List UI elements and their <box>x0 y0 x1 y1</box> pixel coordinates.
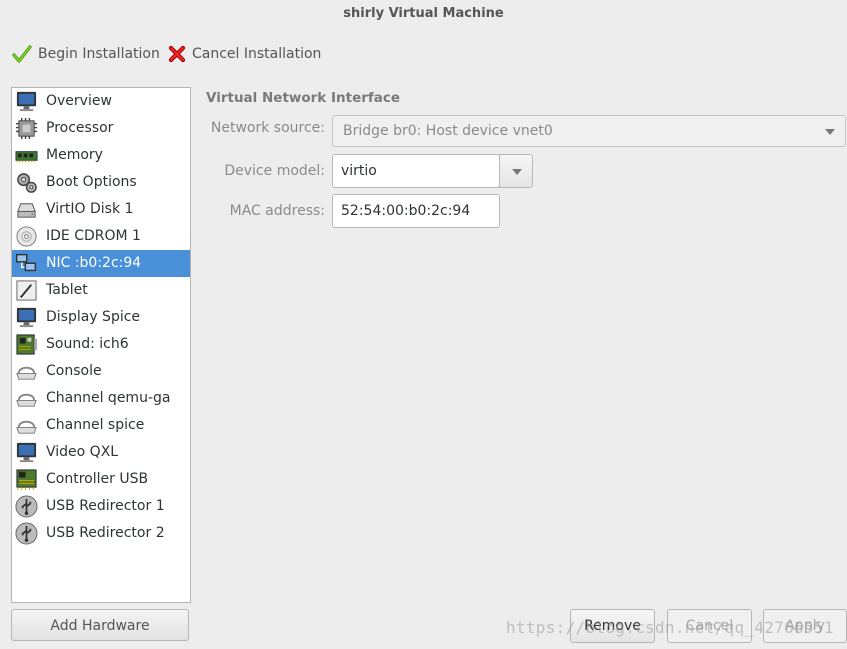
hw-item-label: Processor <box>46 120 114 136</box>
hw-item-label: Overview <box>46 93 112 109</box>
chevron-down-icon <box>512 169 522 175</box>
serial-icon <box>16 366 37 380</box>
memory-icon <box>15 151 38 163</box>
cancel-installation-button[interactable]: Cancel Installation <box>168 42 321 66</box>
hw-item-label: VirtIO Disk 1 <box>46 201 134 217</box>
hardware-list[interactable]: Overview Processor Memory Boot Options V… <box>11 87 191 603</box>
cpu-icon <box>15 117 38 140</box>
hw-item-label: Controller USB <box>46 471 149 487</box>
watermark-text: https://blog.csdn.net/qq_42766551 <box>506 618 834 637</box>
hw-item-boot-options[interactable]: Boot Options <box>12 169 190 196</box>
hw-item-display-spice[interactable]: Display Spice <box>12 304 190 331</box>
hw-item-ide-cdrom-1[interactable]: IDE CDROM 1 <box>12 223 190 250</box>
hw-item-label: Sound: ich6 <box>46 336 129 352</box>
hw-item-usb-redirector-2[interactable]: USB Redirector 2 <box>12 520 190 547</box>
display-icon <box>16 442 37 463</box>
gears-icon <box>17 173 37 193</box>
hw-item-label: Display Spice <box>46 309 141 325</box>
hw-item-label: Boot Options <box>46 174 137 190</box>
hw-item-label: Memory <box>46 147 103 163</box>
hw-item-tablet[interactable]: Tablet <box>12 277 190 304</box>
device-model-input[interactable]: virtio <box>332 154 500 188</box>
cancel-installation-label: Cancel Installation <box>192 46 322 62</box>
hw-item-usb-redirector-1[interactable]: USB Redirector 1 <box>12 493 190 520</box>
chevron-down-icon <box>825 129 835 135</box>
device-model-label: Device model: <box>224 163 325 179</box>
hw-item-label: NIC :b0:2c:94 <box>46 255 142 271</box>
device-model-dropdown-button[interactable] <box>499 154 533 188</box>
network-source-label: Network source: <box>210 120 325 136</box>
hw-item-label: Tablet <box>46 282 88 298</box>
hw-item-virtio-disk-1[interactable]: VirtIO Disk 1 <box>12 196 190 223</box>
hw-item-channel-spice[interactable]: Channel spice <box>12 412 190 439</box>
serial-icon <box>16 420 37 434</box>
add-hardware-button[interactable]: Add Hardware <box>11 609 189 641</box>
serial-icon <box>16 393 37 407</box>
monitor-icon <box>16 91 37 112</box>
hw-item-processor[interactable]: Processor <box>12 115 190 142</box>
hw-item-label: Console <box>46 363 102 379</box>
hw-item-label: USB Redirector 2 <box>46 525 165 541</box>
hw-item-label: Channel qemu-ga <box>46 390 171 406</box>
network-source-select[interactable]: Bridge br0: Host device vnet0 <box>332 115 846 147</box>
begin-installation-label: Begin Installation <box>38 46 160 62</box>
window-title: shirly Virtual Machine <box>343 6 504 21</box>
tablet-icon <box>16 280 37 301</box>
begin-installation-button[interactable]: Begin Installation <box>12 42 160 66</box>
hw-item-label: IDE CDROM 1 <box>46 228 141 244</box>
mac-address-label: MAC address: <box>229 203 325 219</box>
hw-item-label: USB Redirector 1 <box>46 498 165 514</box>
hw-item-console[interactable]: Console <box>12 358 190 385</box>
cdrom-icon <box>16 226 37 247</box>
red-x-icon <box>168 45 186 63</box>
network-icon <box>15 253 37 272</box>
hw-item-overview[interactable]: Overview <box>12 88 190 115</box>
sound-card-icon <box>16 334 38 355</box>
usb-icon <box>15 495 38 518</box>
usb-icon <box>15 522 38 545</box>
mac-address-field[interactable]: 52:54:00:b0:2c:94 <box>332 194 500 228</box>
hw-item-sound[interactable]: Sound: ich6 <box>12 331 190 358</box>
hw-item-video-qxl[interactable]: Video QXL <box>12 439 190 466</box>
controller-icon <box>16 469 37 491</box>
disk-icon <box>17 203 36 218</box>
hw-item-label: Channel spice <box>46 417 145 433</box>
display-icon <box>16 307 37 328</box>
checkmark-icon <box>12 45 32 63</box>
hw-item-nic[interactable]: NIC :b0:2c:94 <box>12 250 190 277</box>
hw-item-label: Video QXL <box>46 444 119 460</box>
section-title: Virtual Network Interface <box>206 90 401 106</box>
hw-item-memory[interactable]: Memory <box>12 142 190 169</box>
hw-item-controller-usb[interactable]: Controller USB <box>12 466 190 493</box>
network-source-value: Bridge br0: Host device vnet0 <box>343 123 553 139</box>
hw-item-channel-qemu-ga[interactable]: Channel qemu-ga <box>12 385 190 412</box>
